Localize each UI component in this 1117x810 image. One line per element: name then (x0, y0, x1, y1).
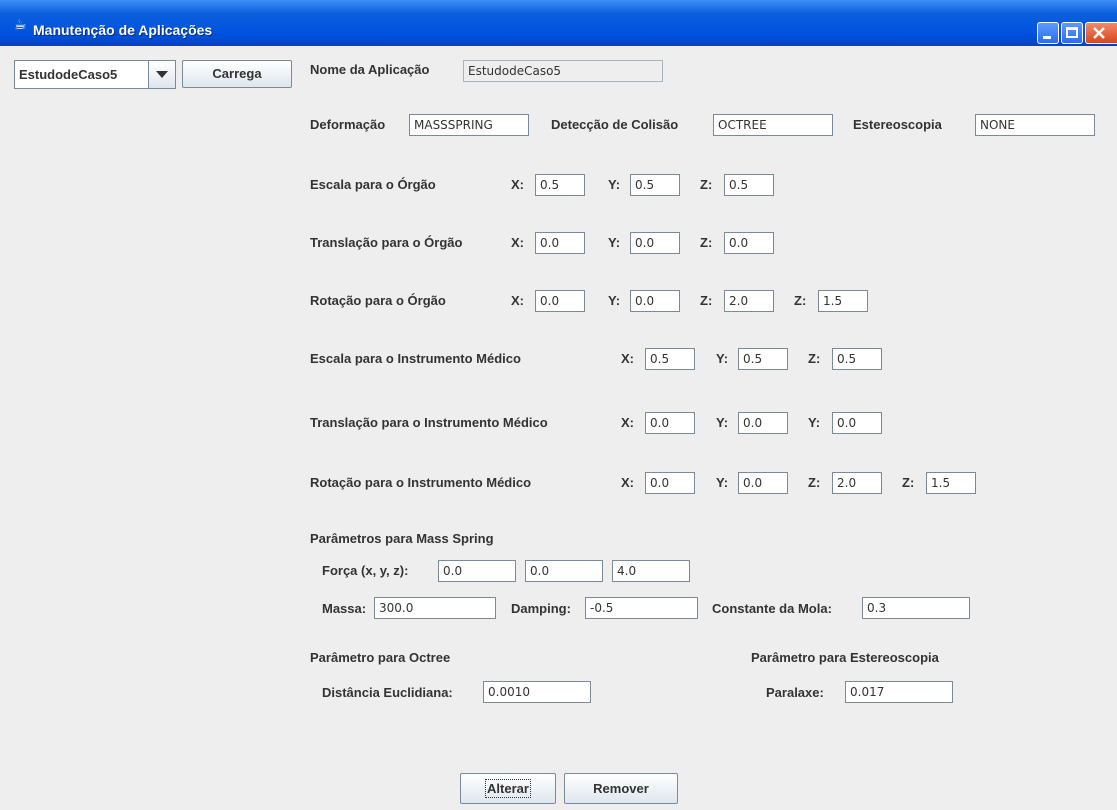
organ-rotation-x-label: X: (511, 293, 524, 308)
instr-translation-y-label: Y: (716, 415, 729, 430)
instr-translation-x-field[interactable]: 0.0 (645, 412, 695, 434)
mass-spring-title: Parâmetros para Mass Spring (310, 531, 494, 546)
deformation-label: Deformação (310, 117, 386, 132)
instr-scale-y-label: Y: (716, 351, 729, 366)
close-button[interactable] (1085, 22, 1117, 44)
instr-rotation-z-label: Z: (808, 475, 821, 490)
window-content: EstudodeCaso5 Carrega Nome da Aplicação … (0, 46, 1117, 810)
instr-translation-label: Translação para o Instrumento Médico (310, 415, 548, 430)
instr-scale-x-field[interactable]: 0.5 (645, 348, 695, 370)
damping-field[interactable]: -0.5 (585, 597, 698, 619)
parallax-label: Paralaxe: (766, 685, 824, 700)
instr-translation-y2-label: Y: (808, 415, 821, 430)
organ-rotation-y-field[interactable]: 0.0 (630, 290, 680, 312)
stereoscopy-title: Parâmetro para Estereoscopia (751, 650, 939, 665)
instr-scale-x-label: X: (621, 351, 634, 366)
maximize-icon (1066, 27, 1078, 38)
organ-translation-y-label: Y: (608, 235, 621, 250)
parallax-field[interactable]: 0.017 (845, 681, 953, 703)
organ-rotation-x-field[interactable]: 0.0 (535, 290, 585, 312)
organ-rotation-z-label: Z: (700, 293, 713, 308)
force-y-field[interactable]: 0.0 (525, 560, 603, 582)
octree-title: Parâmetro para Octree (310, 650, 451, 665)
instr-rotation-label: Rotação para o Instrumento Médico (310, 475, 532, 490)
organ-scale-label: Escala para o Órgão (310, 177, 436, 192)
organ-translation-label: Translação para o Órgão (310, 235, 463, 250)
stereo-field[interactable]: NONE (975, 114, 1095, 136)
organ-scale-y-field[interactable]: 0.5 (630, 174, 680, 196)
organ-rotation-y-label: Y: (608, 293, 621, 308)
organ-rotation-z-field[interactable]: 2.0 (724, 290, 774, 312)
organ-scale-x-field[interactable]: 0.5 (535, 174, 585, 196)
spring-constant-label: Constante da Mola: (712, 601, 832, 616)
load-button[interactable]: Carrega (182, 60, 292, 88)
instr-translation-y2-field[interactable]: 0.0 (832, 412, 882, 434)
instr-scale-z-field[interactable]: 0.5 (832, 348, 882, 370)
organ-translation-x-label: X: (511, 235, 524, 250)
chevron-down-icon (156, 71, 168, 78)
organ-rotation-label: Rotação para o Órgão (310, 293, 446, 308)
euclidean-distance-field[interactable]: 0.0010 (483, 681, 591, 703)
window-title: Manutenção de Aplicações (33, 22, 213, 38)
organ-scale-z-field[interactable]: 0.5 (724, 174, 774, 196)
mass-field[interactable]: 300.0 (374, 597, 496, 619)
deformation-field[interactable]: MASSSPRING (409, 114, 529, 136)
instr-rotation-z2-label: Z: (902, 475, 915, 490)
instr-translation-x-label: X: (621, 415, 634, 430)
organ-rotation-z2-field[interactable]: 1.5 (818, 290, 868, 312)
mass-label: Massa: (322, 601, 367, 616)
euclidean-distance-label: Distância Euclidiana: (322, 685, 453, 700)
instr-rotation-x-field[interactable]: 0.0 (645, 472, 695, 494)
app-name-label: Nome da Aplicação (310, 62, 430, 77)
force-x-field[interactable]: 0.0 (438, 560, 516, 582)
organ-translation-x-field[interactable]: 0.0 (535, 232, 585, 254)
organ-rotation-z2-label: Z: (794, 293, 807, 308)
collision-label: Detecção de Colisão (551, 117, 679, 132)
organ-scale-x-label: X: (511, 177, 524, 192)
instr-scale-z-label: Z: (808, 351, 821, 366)
organ-scale-z-label: Z: (700, 177, 713, 192)
instr-scale-label: Escala para o Instrumento Médico (310, 351, 521, 366)
combo-value: EstudodeCaso5 (19, 67, 118, 82)
instr-rotation-y-label: Y: (716, 475, 729, 490)
instr-translation-y-field[interactable]: 0.0 (738, 412, 788, 434)
title-bar: ☕ Manutenção de Aplicações (0, 0, 1117, 46)
instr-rotation-y-field[interactable]: 0.0 (738, 472, 788, 494)
organ-translation-z-field[interactable]: 0.0 (724, 232, 774, 254)
instr-rotation-z-field[interactable]: 2.0 (832, 472, 882, 494)
spring-constant-field[interactable]: 0.3 (862, 597, 970, 619)
organ-translation-z-label: Z: (700, 235, 713, 250)
java-coffee-icon: ☕ (14, 17, 27, 33)
maximize-button[interactable] (1061, 22, 1083, 44)
collision-field[interactable]: OCTREE (713, 114, 833, 136)
close-icon (1093, 27, 1105, 39)
force-z-field[interactable]: 4.0 (612, 560, 690, 582)
remove-button[interactable]: Remover (564, 773, 678, 804)
force-label: Força (x, y, z): (322, 563, 409, 578)
application-combo[interactable]: EstudodeCaso5 (14, 60, 176, 89)
stereo-label: Estereoscopia (853, 117, 942, 132)
app-name-field[interactable]: EstudodeCaso5 (463, 60, 663, 82)
instr-rotation-z2-field[interactable]: 1.5 (926, 472, 976, 494)
damping-label: Damping: (511, 601, 571, 616)
organ-scale-y-label: Y: (608, 177, 621, 192)
minimize-button[interactable] (1037, 22, 1059, 44)
instr-scale-y-field[interactable]: 0.5 (738, 348, 788, 370)
alter-button[interactable]: Alterar (460, 773, 556, 804)
minimize-icon (1043, 36, 1051, 39)
combo-dropdown-button[interactable] (148, 61, 175, 88)
organ-translation-y-field[interactable]: 0.0 (630, 232, 680, 254)
instr-rotation-x-label: X: (621, 475, 634, 490)
